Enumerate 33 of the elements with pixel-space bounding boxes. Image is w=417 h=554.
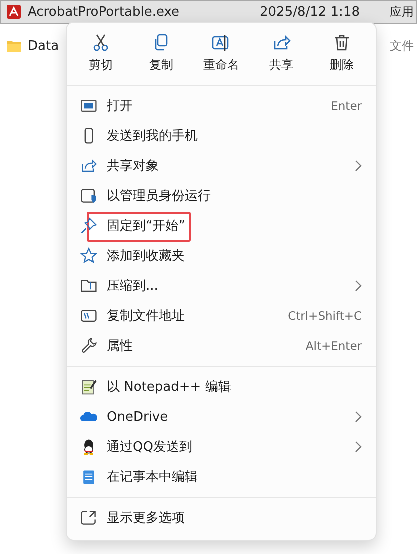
pin-icon	[80, 217, 98, 235]
expand-icon	[80, 509, 98, 527]
menu-item[interactable]: 压缩到...	[67, 271, 376, 301]
notepad-icon	[80, 378, 98, 396]
file-date: 2025/8/12 1:18	[260, 4, 361, 20]
menu-item[interactable]: 固定到“开始”	[67, 211, 376, 241]
menu-item[interactable]: 属性 Alt+Enter	[67, 331, 376, 361]
folder-icon	[6, 38, 22, 54]
menu-item[interactable]: 显示更多选项	[67, 503, 376, 533]
file-type: 文件	[390, 38, 415, 54]
star-icon	[80, 247, 98, 265]
menu-item[interactable]: 在记事本中编辑	[67, 462, 376, 492]
file-type: 应用	[390, 4, 415, 20]
menu-item[interactable]: 通过QQ发送到	[67, 432, 376, 462]
shield-icon	[80, 187, 98, 205]
menu-item[interactable]: 共享对象	[67, 151, 376, 181]
share-icon	[80, 157, 98, 175]
window-icon	[80, 97, 98, 115]
menu-item[interactable]: 发送到我的手机	[67, 121, 376, 151]
rename-icon	[211, 33, 232, 53]
path-icon	[80, 307, 98, 325]
file-row[interactable]: AcrobatProPortable.exe 2025/8/12 1:18 应用	[0, 0, 417, 24]
wrench-icon	[80, 337, 98, 355]
menu-item[interactable]: 打开 Enter	[67, 91, 376, 121]
menu-item[interactable]: 复制文件地址 Ctrl+Shift+C	[67, 301, 376, 331]
menu-item[interactable]: 以 Notepad++ 编辑	[67, 372, 376, 402]
menu-item[interactable]: OneDrive	[67, 402, 376, 432]
zip-folder-icon	[80, 277, 98, 295]
pdf-icon	[6, 4, 22, 20]
menu-item[interactable]: 添加到收藏夹	[67, 241, 376, 271]
menu-item[interactable]: 以管理员身份运行	[67, 181, 376, 211]
file-name: AcrobatProPortable.exe	[28, 4, 180, 20]
file-name: Data	[28, 38, 60, 54]
